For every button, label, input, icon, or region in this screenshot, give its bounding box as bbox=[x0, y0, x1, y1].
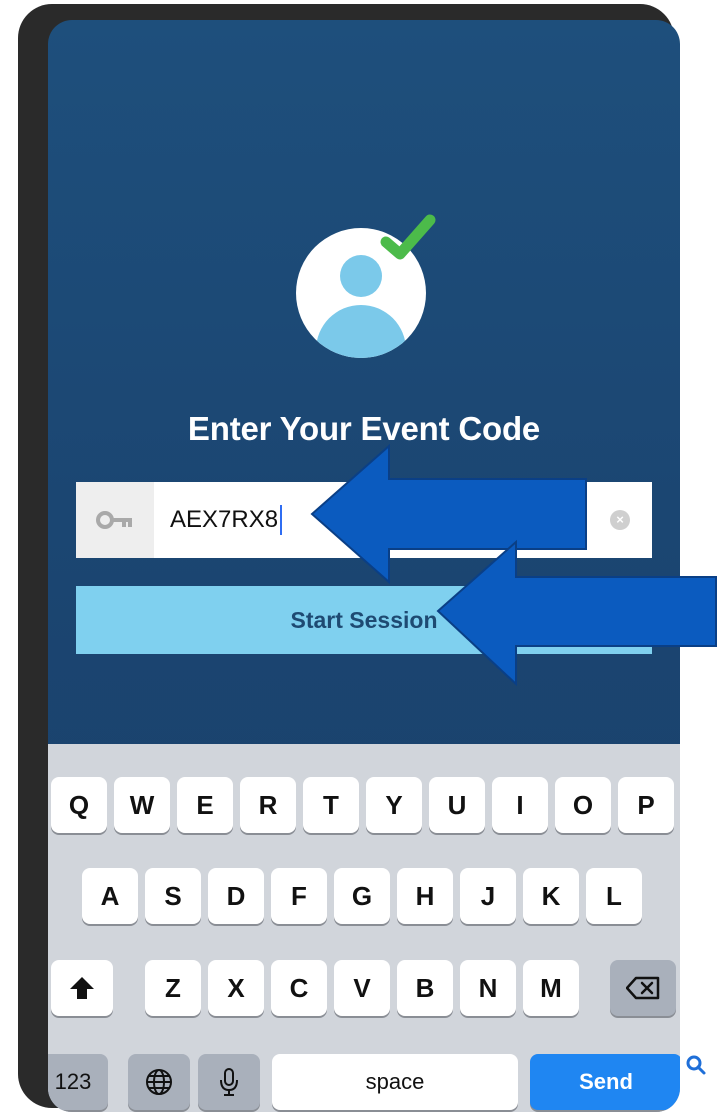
arrow-to-start-button bbox=[436, 539, 717, 687]
arrow-to-code-field bbox=[310, 443, 587, 585]
search-icon bbox=[686, 1055, 706, 1075]
annotation-arrows bbox=[310, 443, 717, 687]
